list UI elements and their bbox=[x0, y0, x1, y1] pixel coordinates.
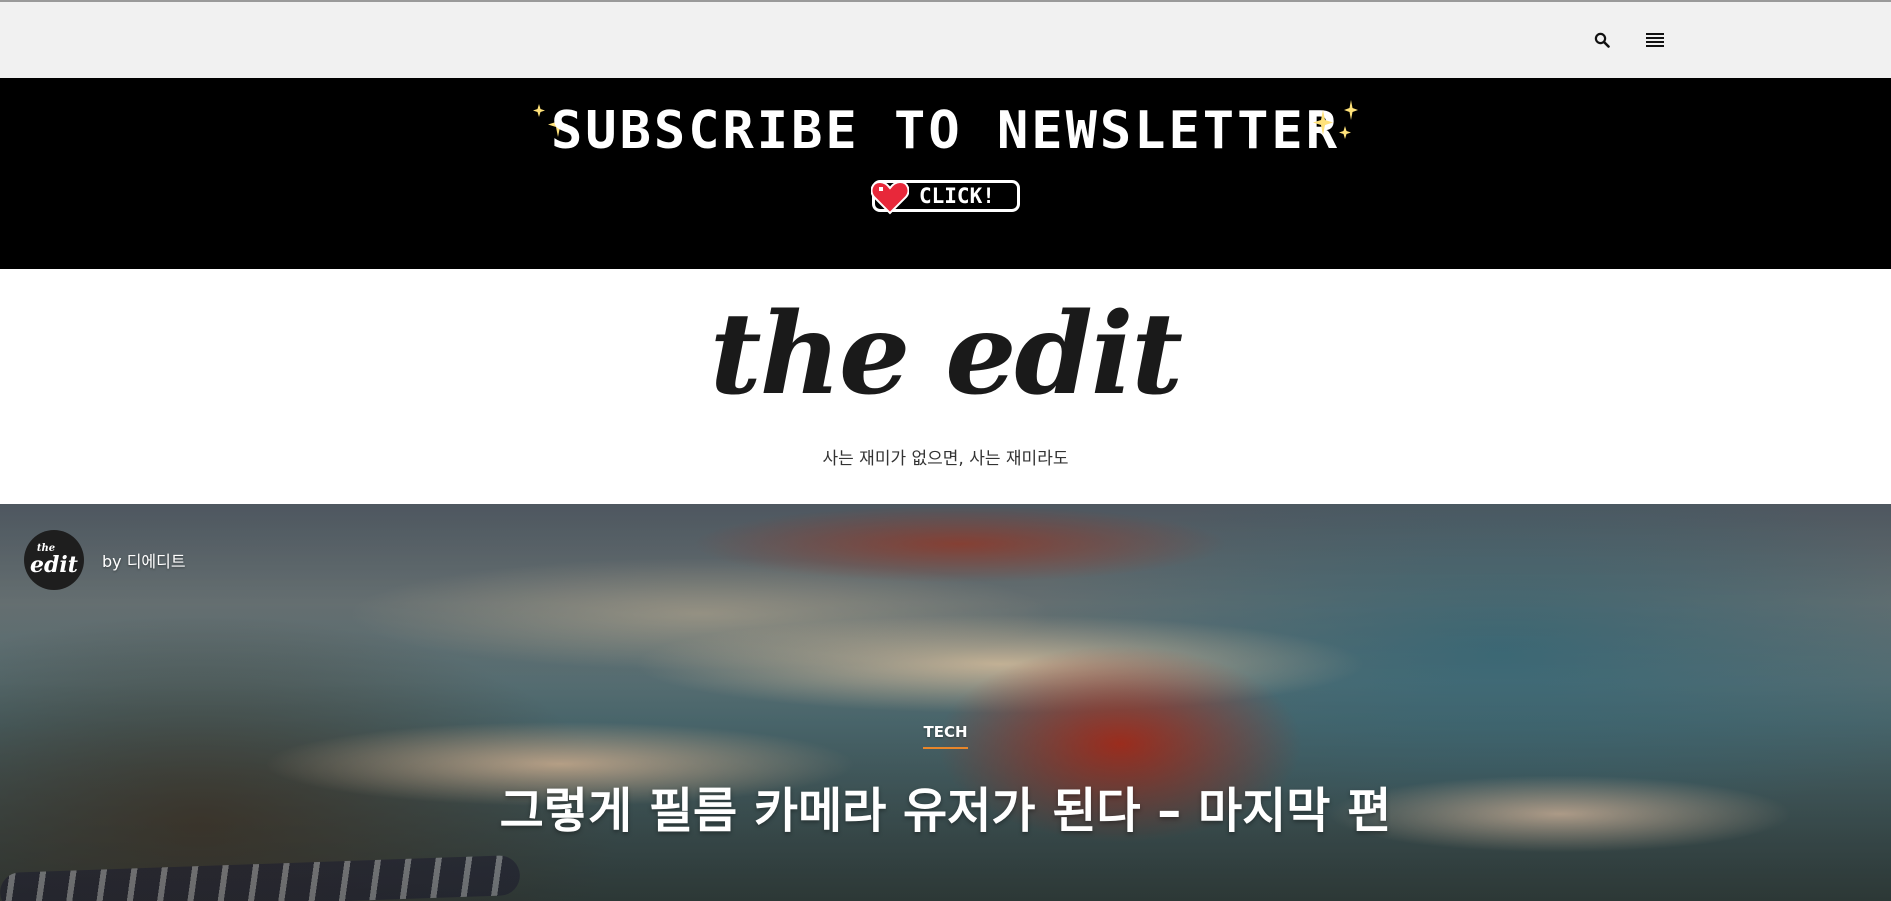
sparkle-icon bbox=[1313, 100, 1358, 139]
search-icon bbox=[1594, 32, 1610, 48]
heart-icon bbox=[871, 180, 909, 215]
top-navigation-bar bbox=[0, 0, 1891, 78]
hamburger-menu-icon bbox=[1646, 33, 1664, 47]
menu-button[interactable] bbox=[1643, 28, 1667, 52]
article-title[interactable]: 그렇게 필름 카메라 유저가 된다 – 마지막 편 bbox=[0, 780, 1891, 842]
avatar: the edit bbox=[24, 530, 84, 590]
category-link[interactable]: TECH bbox=[923, 723, 968, 749]
featured-article-hero[interactable]: the edit by 디에디트 TECH 그렇게 필름 카메라 유저가 된다 … bbox=[0, 504, 1891, 901]
newsletter-click-button[interactable]: CLICK! bbox=[871, 180, 1020, 215]
avatar-logo-main: edit bbox=[30, 552, 78, 578]
article-author[interactable]: the edit by 디에디트 bbox=[24, 530, 186, 590]
newsletter-title: SUBSCRIBE TO NEWSLETTER bbox=[550, 101, 1341, 161]
newsletter-banner[interactable]: SUBSCRIBE TO NEWSLETTER CLICK! bbox=[0, 78, 1891, 269]
click-button-label: CLICK! bbox=[919, 184, 995, 208]
site-header: the edit 사는 재미가 없으면, 사는 재미라도 bbox=[0, 269, 1891, 504]
site-tagline: 사는 재미가 없으면, 사는 재미라도 bbox=[822, 449, 1069, 469]
search-button[interactable] bbox=[1590, 28, 1614, 52]
site-logo[interactable]: the edit bbox=[0, 295, 1891, 415]
article-category: TECH bbox=[0, 722, 1891, 749]
author-name: by 디에디트 bbox=[102, 552, 186, 571]
